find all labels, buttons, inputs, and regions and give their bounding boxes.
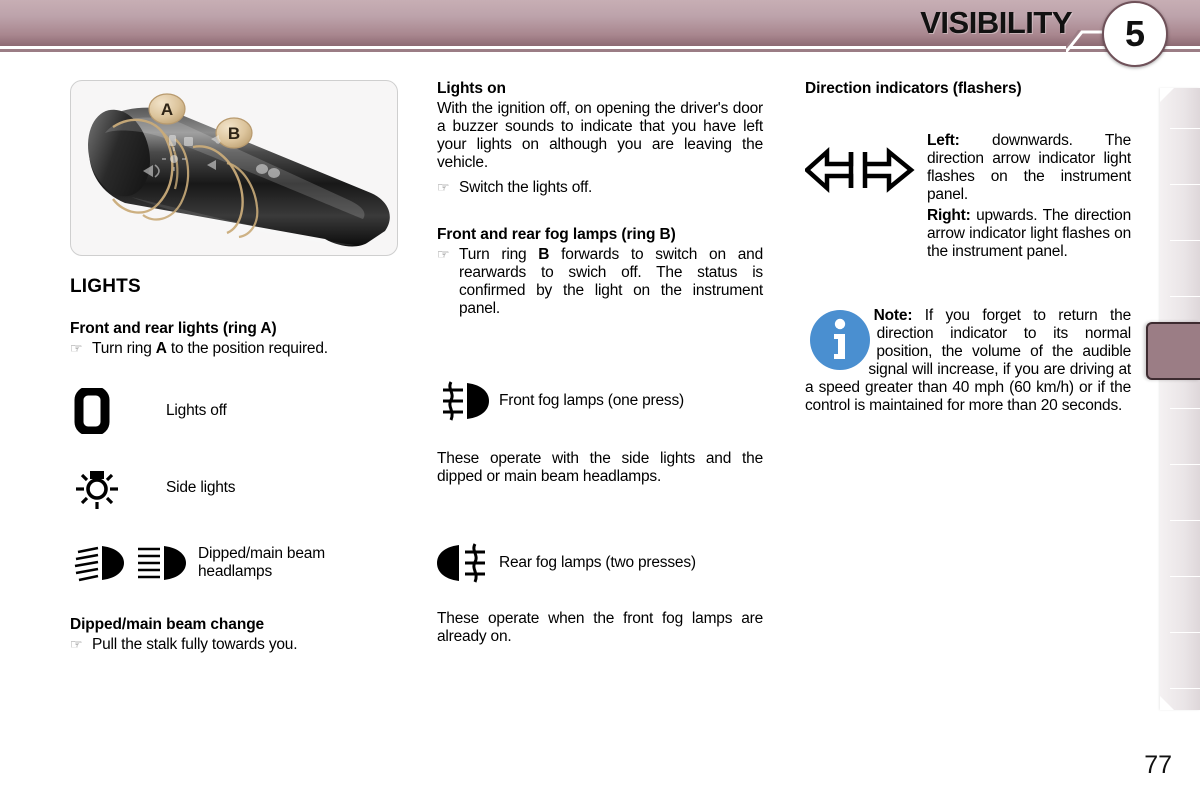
ring-a-emphasis: A <box>155 340 167 357</box>
lights-on-instruction: ☞ Switch the lights off. <box>437 179 763 197</box>
chapter-tab-strip[interactable] <box>1160 88 1200 710</box>
lighting-stalk-illustration: A B <box>88 93 390 247</box>
rear-fog-lamps-label: Rear fog lamps (two presses) <box>499 553 696 571</box>
rear-fog-lamps-icon <box>437 542 499 584</box>
direction-arrow-icons <box>803 132 927 205</box>
pointing-hand-icon: ☞ <box>70 340 83 356</box>
fog-instruction-pre: Turn ring <box>459 245 539 263</box>
lights-section-title: LIGHTS <box>70 276 141 297</box>
note-label: Note: <box>873 306 913 324</box>
symbol-row-lights-off: Lights off <box>70 387 400 434</box>
chapter-number-badge: 5 <box>1102 1 1168 67</box>
svg-text:B: B <box>228 124 240 143</box>
page-number: 77 <box>1144 751 1172 779</box>
dipped-main-beam-change-instruction: ☞ Pull the stalk fully towards you. <box>70 636 400 654</box>
right-column: Direction indicators (flashers) Left: do… <box>803 80 1131 416</box>
tab-divider <box>1170 408 1200 409</box>
tab-divider <box>1170 184 1200 185</box>
front-rear-lights-instruction: ☞ Turn ring A to the position required. <box>70 340 400 358</box>
left-indicator-label: Left: <box>927 132 960 149</box>
side-lights-icon <box>70 464 166 512</box>
lights-on-instruction-text: Switch the lights off. <box>459 178 593 196</box>
rear-fog-lamps-body: These operate when the front fog lamps a… <box>437 609 763 645</box>
pointing-hand-icon: ☞ <box>437 245 450 262</box>
symbol-row-front-fog: Front fog lamps (one press) <box>437 380 763 422</box>
fog-lamps-heading: Front and rear fog lamps (ring B) <box>437 225 676 243</box>
tab-strip-notch-top <box>1160 88 1174 102</box>
direction-indicators-heading: Direction indicators (flashers) <box>805 80 1022 97</box>
active-chapter-tab[interactable] <box>1146 322 1200 380</box>
dipped-main-beam-change-text: Pull the stalk fully towards you. <box>92 635 298 653</box>
instruction-post: to the position required. <box>166 340 328 357</box>
right-arrow-icon <box>862 147 915 193</box>
left-column: A B LIGHTS Front and rear lights (ring A… <box>70 80 400 654</box>
svg-text:A: A <box>161 100 173 119</box>
front-fog-lamps-label: Front fog lamps (one press) <box>499 391 684 409</box>
dipped-main-beam-headlamps-icon <box>70 542 198 584</box>
tab-divider <box>1170 632 1200 633</box>
lights-on-heading: Lights on <box>437 80 506 97</box>
header-rule-white-bottom <box>0 52 1200 55</box>
tab-divider <box>1170 240 1200 241</box>
dipped-main-beam-change-heading: Dipped/main beam change <box>70 615 265 633</box>
direction-indicators-block: Left: downwards. The direction arrow ind… <box>803 132 1131 261</box>
note-block: Note: If you forget to return the direct… <box>805 307 1131 416</box>
lights-off-icon <box>70 387 166 434</box>
chapter-number-label: 5 <box>1124 13 1146 54</box>
tab-divider <box>1170 688 1200 689</box>
symbol-row-rear-fog: Rear fog lamps (two presses) <box>437 542 763 584</box>
front-fog-lamps-icon <box>437 380 499 422</box>
lights-off-label: Lights off <box>166 402 227 420</box>
info-icon <box>809 309 871 371</box>
tab-divider <box>1170 520 1200 521</box>
ring-b-emphasis: B <box>538 245 550 263</box>
symbol-row-dipped-main-beam: Dipped/main beam headlamps <box>70 542 400 584</box>
left-arrow-icon <box>803 146 854 194</box>
front-fog-lamps-body: These operate with the side lights and t… <box>437 449 763 485</box>
direction-indicators-text: Left: downwards. The direction arrow ind… <box>927 132 1131 261</box>
symbol-row-side-lights: Side lights <box>70 464 400 512</box>
tab-divider <box>1170 128 1200 129</box>
right-indicator-label: Right: <box>927 206 971 224</box>
middle-column: Lights on With the ignition off, on open… <box>437 80 763 646</box>
tab-divider <box>1170 296 1200 297</box>
lighting-stalk-figure: A B <box>70 80 398 256</box>
front-rear-lights-heading: Front and rear lights (ring A) <box>70 320 277 337</box>
side-lights-label: Side lights <box>166 479 236 497</box>
pointing-hand-icon: ☞ <box>70 635 83 652</box>
dipped-main-beam-label: Dipped/main beam headlamps <box>198 545 325 580</box>
lights-on-body: With the ignition off, on opening the dr… <box>437 100 763 171</box>
tab-divider <box>1170 464 1200 465</box>
page-title: VISIBILITY <box>920 5 1072 40</box>
tab-strip-notch-bottom <box>1160 696 1174 710</box>
fog-lamps-instruction: ☞ Turn ring B forwards to switch on and … <box>437 246 763 318</box>
pointing-hand-icon: ☞ <box>437 178 450 195</box>
instruction-pre: Turn ring <box>92 340 156 357</box>
tab-divider <box>1170 576 1200 577</box>
